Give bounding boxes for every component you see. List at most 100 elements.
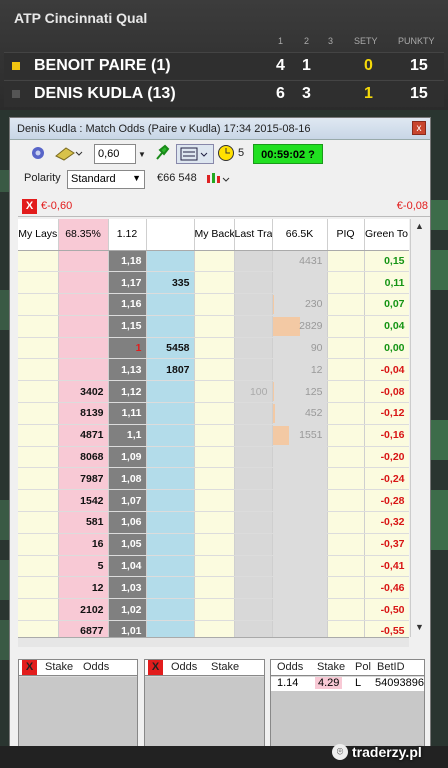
- my-back-cell[interactable]: [194, 358, 235, 382]
- matched-bet-row[interactable]: 1.14 4.29 L 54093896: [271, 677, 424, 691]
- stake-input[interactable]: [94, 144, 136, 164]
- back-volume-cell[interactable]: [146, 402, 195, 425]
- my-lay-cell[interactable]: [18, 598, 59, 622]
- lay-volume-cell[interactable]: [58, 337, 109, 360]
- back-volume-cell[interactable]: [146, 533, 195, 556]
- lay-volume-cell[interactable]: 16: [58, 533, 109, 556]
- lay-volume-cell[interactable]: [58, 315, 109, 338]
- back-volume-cell[interactable]: [146, 620, 195, 637]
- countdown-timer[interactable]: 00:59:02 ?: [253, 144, 323, 164]
- lay-volume-cell[interactable]: [58, 271, 109, 295]
- my-back-cell[interactable]: [194, 598, 235, 622]
- my-lay-cell[interactable]: [18, 380, 59, 404]
- my-lay-cell[interactable]: [18, 620, 59, 637]
- back-volume-cell[interactable]: [146, 380, 195, 404]
- clock-icon[interactable]: [217, 144, 235, 164]
- cancel-lay-orders-button[interactable]: X: [22, 660, 37, 675]
- my-lay-cell[interactable]: [18, 489, 59, 513]
- lay-volume-cell[interactable]: 2102: [58, 598, 109, 622]
- layout-toggle-icon[interactable]: [176, 144, 214, 164]
- my-lay-cell[interactable]: [18, 511, 59, 534]
- my-lay-cell[interactable]: [18, 250, 59, 273]
- my-back-cell[interactable]: [194, 337, 235, 360]
- my-lay-cell[interactable]: [18, 293, 59, 316]
- header-my-lays[interactable]: My Lays: [18, 219, 59, 251]
- back-volume-cell[interactable]: [146, 293, 195, 316]
- my-lay-cell[interactable]: [18, 402, 59, 425]
- back-volume-cell[interactable]: [146, 315, 195, 338]
- lay-volume-cell[interactable]: 8139: [58, 402, 109, 425]
- my-back-cell[interactable]: [194, 576, 235, 600]
- ladder-row: 1,13 1807 12 -0,04: [18, 358, 409, 382]
- my-back-cell[interactable]: [194, 315, 235, 338]
- back-volume-cell[interactable]: [146, 424, 195, 447]
- stake-dropdown-icon[interactable]: ▼: [138, 150, 148, 170]
- back-volume-cell[interactable]: 1807: [146, 358, 195, 382]
- my-back-cell[interactable]: [194, 424, 235, 447]
- scroll-down-icon[interactable]: ▼: [413, 622, 426, 635]
- back-volume-cell[interactable]: [146, 446, 195, 469]
- my-back-cell[interactable]: [194, 250, 235, 273]
- scroll-up-icon[interactable]: ▲: [413, 221, 426, 234]
- my-back-cell[interactable]: [194, 446, 235, 469]
- close-button[interactable]: x: [412, 121, 426, 135]
- back-volume-cell[interactable]: [146, 576, 195, 600]
- player-set1: 4: [276, 57, 285, 74]
- ladder-scrollbar[interactable]: ▲ ▼: [410, 219, 428, 637]
- lay-volume-cell[interactable]: 8068: [58, 446, 109, 469]
- back-volume-cell[interactable]: [146, 598, 195, 622]
- window-titlebar[interactable]: Denis Kudla : Match Odds (Paire v Kudla)…: [10, 118, 430, 140]
- back-volume-cell[interactable]: 5458: [146, 337, 195, 360]
- my-back-cell[interactable]: [194, 533, 235, 556]
- traded-volume-cell: 1551: [272, 424, 328, 447]
- settings-gear-icon[interactable]: [30, 144, 46, 164]
- my-back-cell[interactable]: [194, 293, 235, 316]
- my-lay-cell[interactable]: [18, 576, 59, 600]
- lay-volume-cell[interactable]: 7987: [58, 467, 109, 491]
- my-lay-cell[interactable]: [18, 446, 59, 469]
- my-back-cell[interactable]: [194, 489, 235, 513]
- my-lay-cell[interactable]: [18, 271, 59, 295]
- lay-volume-cell[interactable]: 1542: [58, 489, 109, 513]
- my-lay-cell[interactable]: [18, 315, 59, 338]
- lay-volume-cell[interactable]: 3402: [58, 380, 109, 404]
- my-back-cell[interactable]: [194, 402, 235, 425]
- my-lay-cell[interactable]: [18, 533, 59, 556]
- polarity-select[interactable]: Standard ▼: [67, 170, 145, 189]
- back-volume-cell[interactable]: [146, 467, 195, 491]
- lay-volume-cell[interactable]: [58, 293, 109, 316]
- my-lay-cell[interactable]: [18, 424, 59, 447]
- my-back-cell[interactable]: [194, 511, 235, 534]
- lay-volume-cell[interactable]: 581: [58, 511, 109, 534]
- lay-volume-cell[interactable]: 6877: [58, 620, 109, 637]
- my-lay-cell[interactable]: [18, 555, 59, 578]
- lay-volume-cell[interactable]: 4871: [58, 424, 109, 447]
- lay-volume-cell[interactable]: [58, 358, 109, 382]
- header-my-backs[interactable]: My Backs: [194, 219, 235, 251]
- back-volume-cell[interactable]: [146, 250, 195, 273]
- my-back-cell[interactable]: [194, 555, 235, 578]
- back-volume-cell[interactable]: 335: [146, 271, 195, 295]
- clear-pl-button[interactable]: X: [22, 199, 37, 214]
- player-set1: 6: [276, 85, 285, 102]
- lay-volume-cell[interactable]: 12: [58, 576, 109, 600]
- stake-tool-icon[interactable]: [54, 144, 84, 164]
- lay-volume-cell[interactable]: [58, 250, 109, 273]
- lay-volume-cell[interactable]: 5: [58, 555, 109, 578]
- my-back-cell[interactable]: [194, 620, 235, 637]
- pin-icon[interactable]: [154, 144, 170, 164]
- my-lay-cell[interactable]: [18, 337, 59, 360]
- my-back-cell[interactable]: [194, 380, 235, 404]
- back-volume-cell[interactable]: [146, 489, 195, 513]
- my-back-cell[interactable]: [194, 467, 235, 491]
- candlestick-chart-icon[interactable]: [204, 170, 232, 190]
- back-volume-cell[interactable]: [146, 555, 195, 578]
- back-volume-cell[interactable]: [146, 511, 195, 534]
- horizontal-scrollbar[interactable]: [18, 637, 409, 647]
- cancel-back-orders-button[interactable]: X: [148, 660, 163, 675]
- col-header-set1: 1: [278, 36, 284, 46]
- my-lay-cell[interactable]: [18, 467, 59, 491]
- ladder-row: 1 5458 90 0,00: [18, 337, 409, 360]
- my-lay-cell[interactable]: [18, 358, 59, 382]
- my-back-cell[interactable]: [194, 271, 235, 295]
